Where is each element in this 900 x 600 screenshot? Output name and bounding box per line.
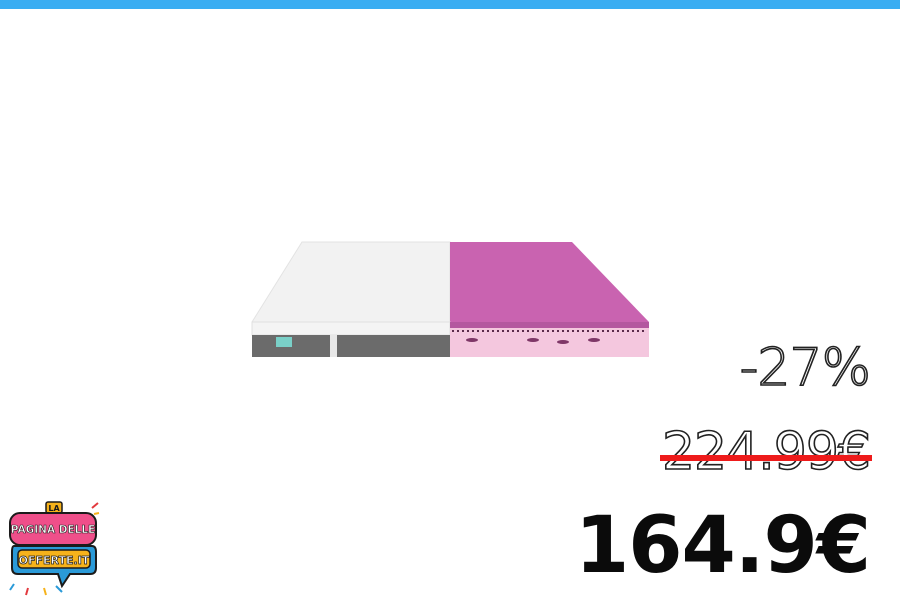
top-accent-bar xyxy=(0,0,900,9)
discount-badge: -27% xyxy=(739,337,872,399)
foam-hole xyxy=(466,338,478,342)
logo-text-offerte: OFFERTE.IT xyxy=(19,554,90,567)
foam-hole xyxy=(588,338,600,342)
mattress-side-left-top xyxy=(251,321,451,336)
foam-hole xyxy=(527,338,539,342)
old-price: 224.99€ xyxy=(661,422,872,482)
mattress-base-stripe xyxy=(330,335,337,357)
mattress-top-left xyxy=(251,241,451,329)
mattress-side-right-top xyxy=(450,322,649,328)
old-price-container: 224.99€ xyxy=(659,422,872,482)
strikethrough-line xyxy=(659,455,872,461)
mattress-side-right xyxy=(450,328,649,357)
foam-hole xyxy=(557,340,569,344)
logo-text-pagina-delle: PAGINA DELLE xyxy=(11,524,95,536)
site-logo: LA PAGINA DELLE OFFERTE.IT xyxy=(9,501,100,596)
new-price: 164.9€ xyxy=(575,501,871,591)
mattress-image xyxy=(251,241,649,357)
mattress-top-right xyxy=(450,242,649,328)
logo-text-la: LA xyxy=(48,504,60,513)
mattress-label xyxy=(276,337,292,347)
